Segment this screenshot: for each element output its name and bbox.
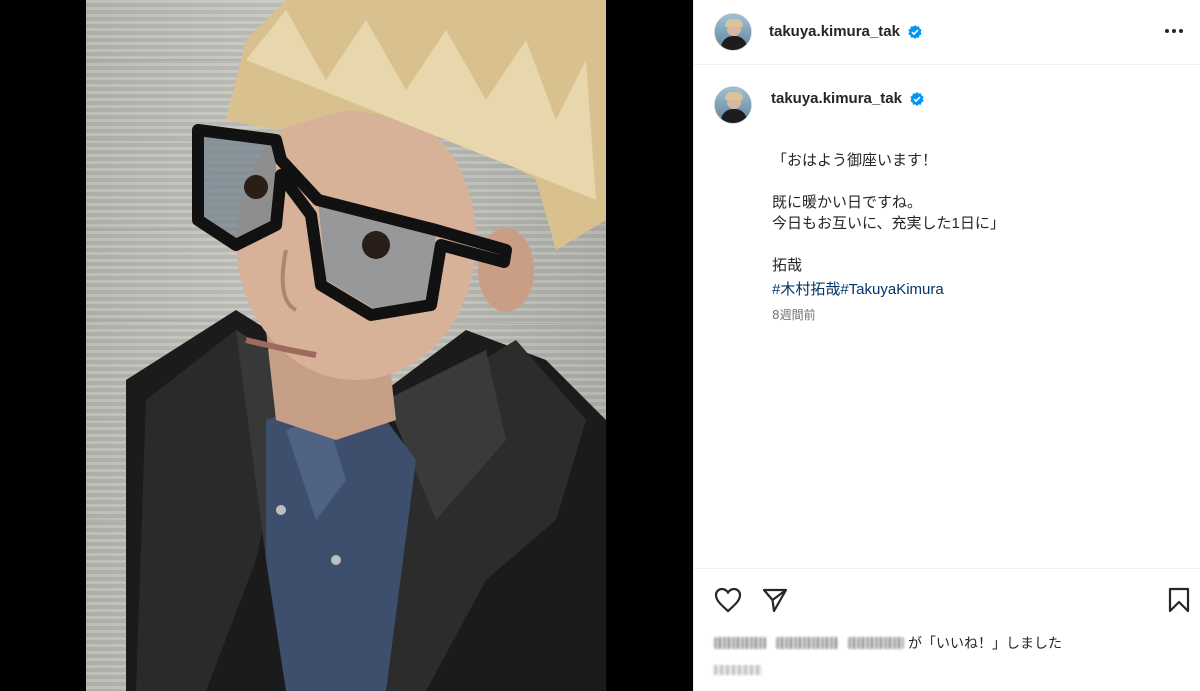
caption-username[interactable]: takuya.kimura_tak xyxy=(771,90,902,107)
post-media xyxy=(0,0,693,691)
caption-line: 今日もお互いに、充実した1日に」 xyxy=(772,215,1005,232)
share-icon[interactable] xyxy=(762,587,788,613)
header-username[interactable]: takuya.kimura_tak xyxy=(769,23,900,40)
liked-by: が「いいね！」しました xyxy=(714,633,1062,653)
post-header: takuya.kimura_tak xyxy=(694,0,1200,65)
verified-badge-icon xyxy=(908,25,922,39)
verified-badge-icon xyxy=(910,92,924,106)
photo-illustration xyxy=(86,0,606,691)
more-horizontal-icon[interactable] xyxy=(1161,21,1187,41)
heart-icon[interactable] xyxy=(714,587,742,613)
caption-line xyxy=(772,234,1172,255)
bookmark-icon[interactable] xyxy=(1168,587,1190,613)
blurred-username xyxy=(848,637,904,649)
blurred-username xyxy=(776,637,838,649)
liked-by-text: が「いいね！」しました xyxy=(908,636,1062,652)
post-timestamp[interactable]: 8週間前 xyxy=(772,306,816,323)
caption-line xyxy=(772,171,1172,192)
post-sidebar: takuya.kimura_tak takuya.kimura_tak 「おはよ… xyxy=(693,0,1200,691)
caption-avatar[interactable] xyxy=(714,86,752,124)
caption-line: 拓哉 xyxy=(772,257,803,274)
hashtag-link[interactable]: #TakuyaKimura xyxy=(840,281,943,298)
blurred-likes-count xyxy=(714,665,762,675)
hashtag-link[interactable]: #木村拓哉 xyxy=(772,281,840,298)
caption-text: 「おはよう御座います！ 既に暖かい日ですね。 今日もお互いに、充実した1日に」 … xyxy=(772,150,1172,276)
caption-line: 既に暖かい日ですね。 xyxy=(772,194,923,211)
caption-line: 「おはよう御座います！ xyxy=(772,152,938,169)
hashtags: #木村拓哉#TakuyaKimura xyxy=(772,278,944,299)
action-bar: が「いいね！」しました xyxy=(694,568,1200,691)
post-photo[interactable] xyxy=(86,0,606,691)
blurred-avatar xyxy=(714,637,766,649)
avatar[interactable] xyxy=(714,13,752,51)
